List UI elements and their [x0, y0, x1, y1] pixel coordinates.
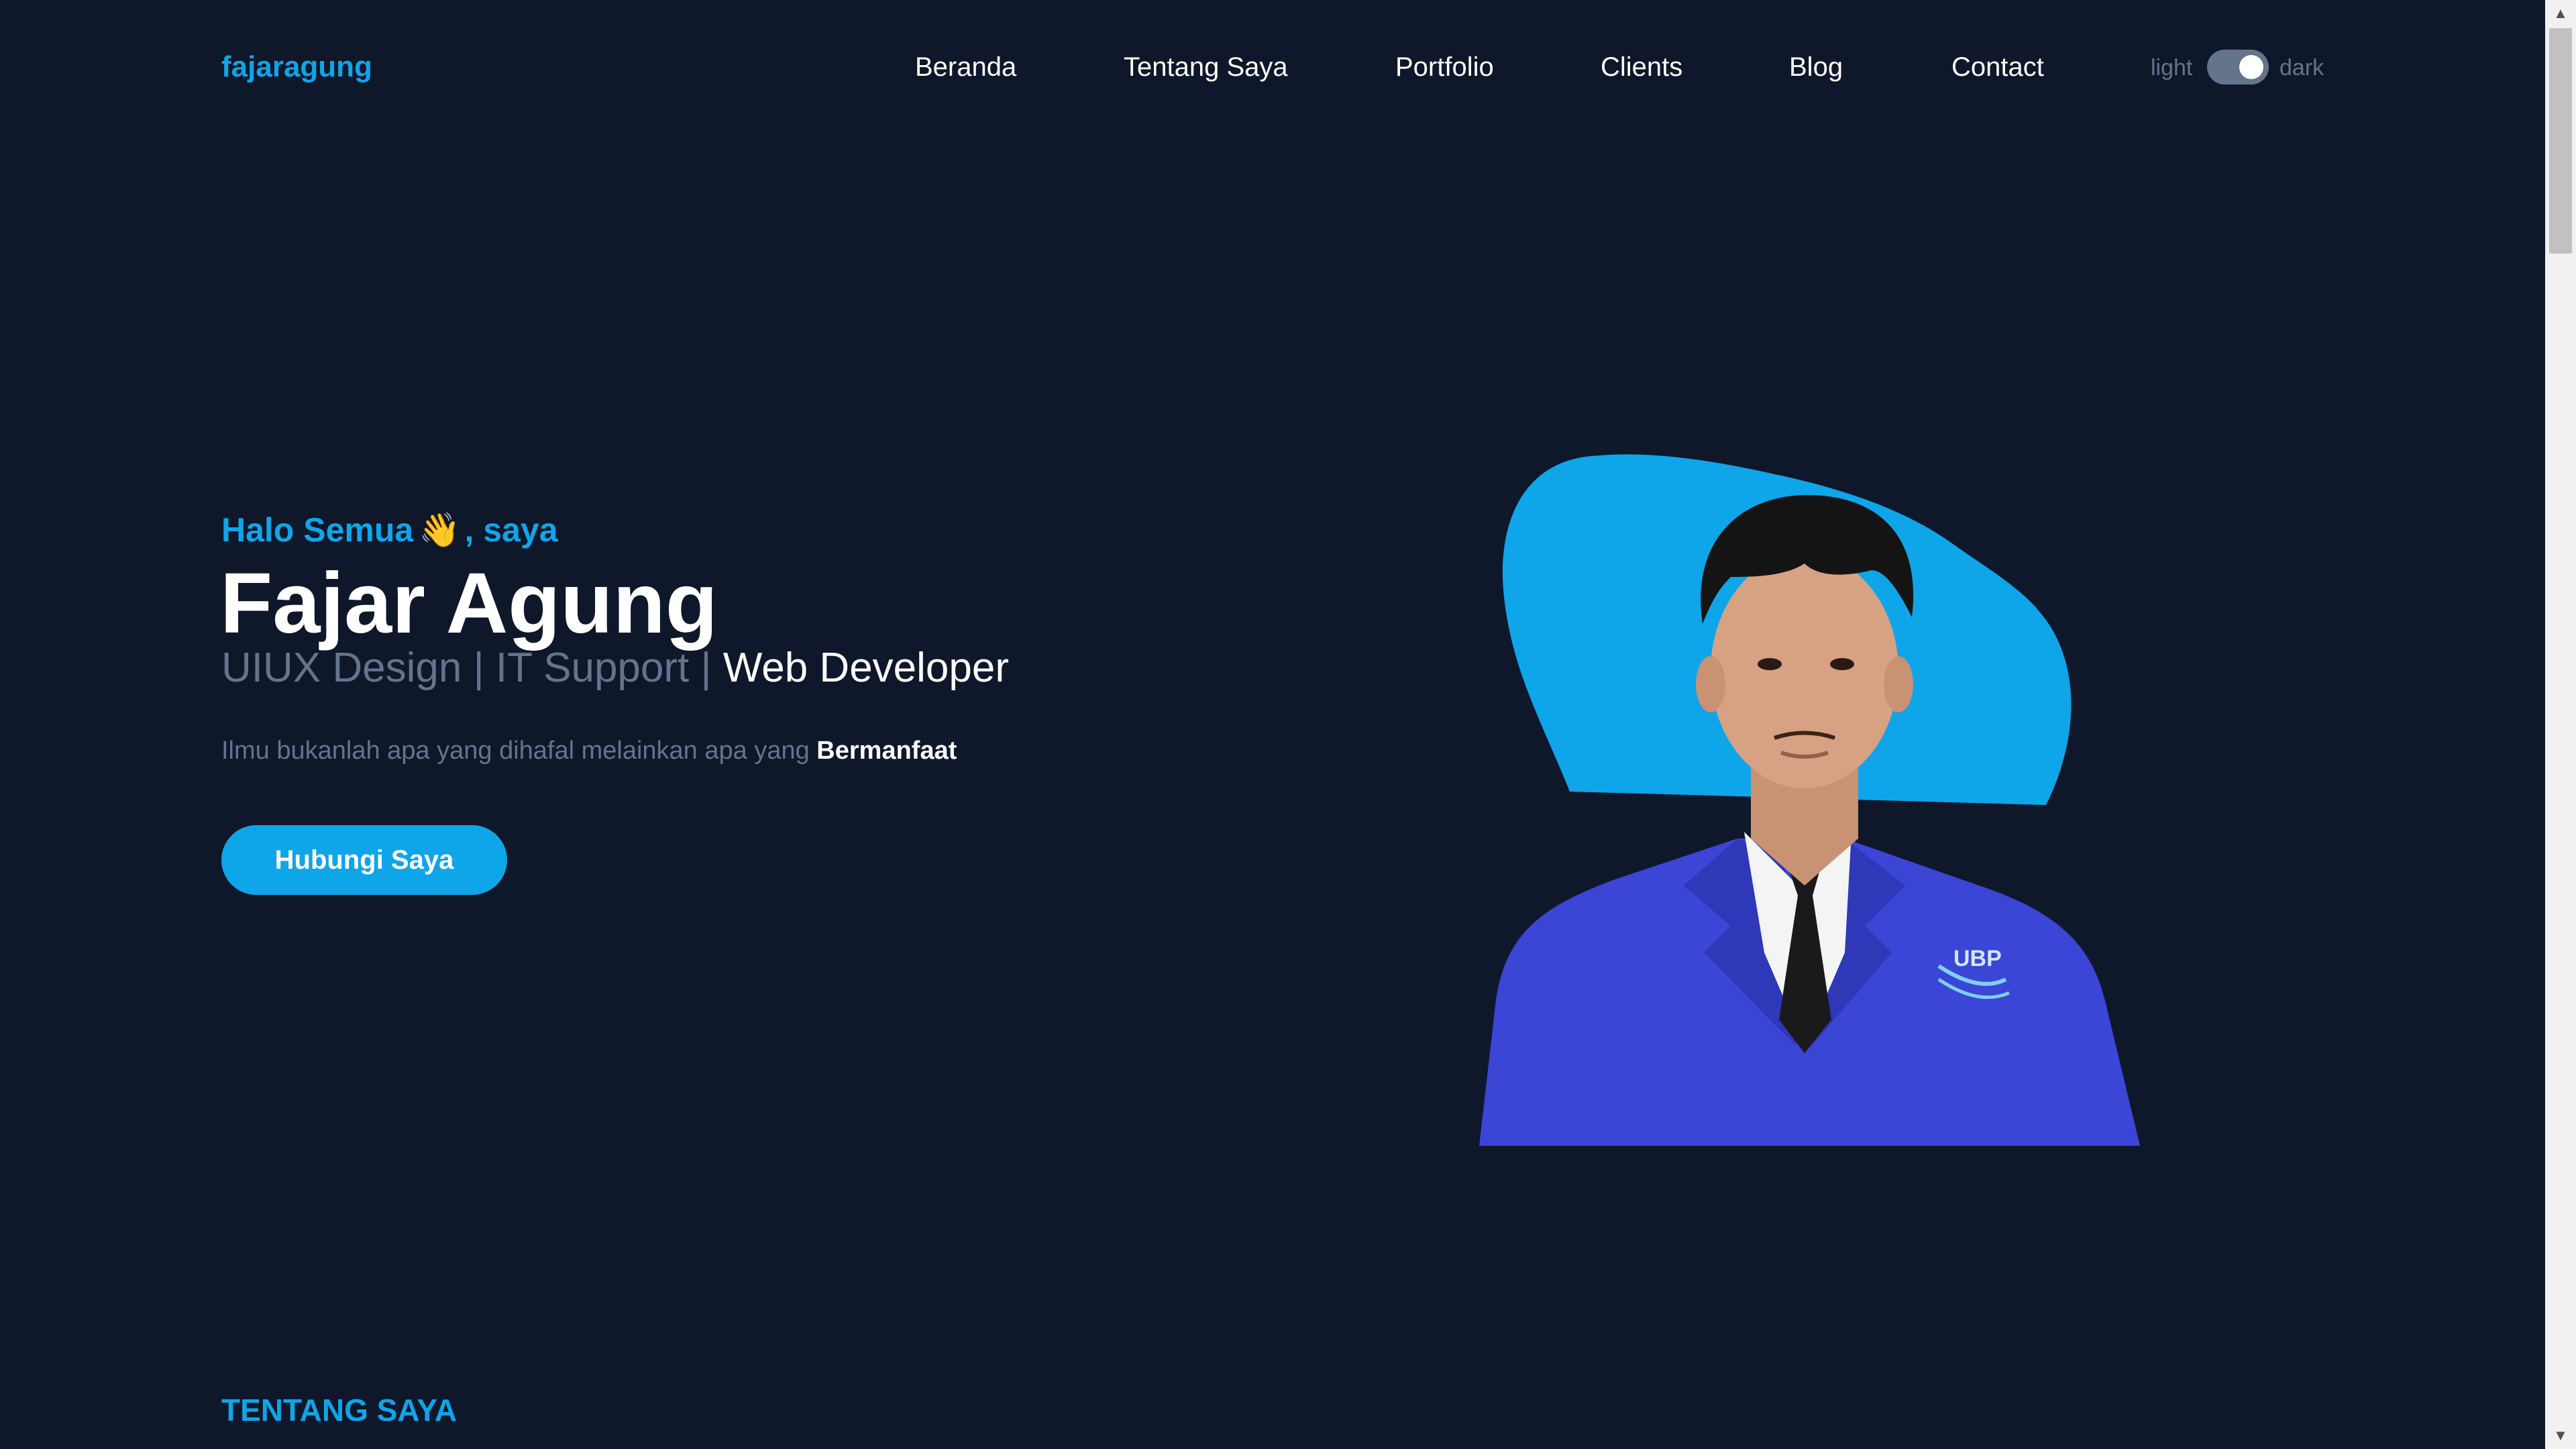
hero-tagline: Ilmu bukanlah apa yang dihafal melainkan…: [221, 734, 957, 767]
nav-item-clients[interactable]: Clients: [1601, 50, 1682, 85]
nav-item-tentang-saya[interactable]: Tentang Saya: [1124, 50, 1288, 85]
scroll-up-icon[interactable]: ▲: [2545, 0, 2576, 27]
nav-item-portfolio[interactable]: Portfolio: [1395, 50, 1494, 85]
hero-portrait: UBP: [1479, 454, 2140, 1146]
scrollbar-thumb[interactable]: [2549, 28, 2572, 254]
scroll-down-icon[interactable]: ▼: [2545, 1422, 2576, 1449]
portrait-eye-right: [1830, 658, 1854, 670]
roles-muted: UIUX Design | IT Support |: [221, 645, 723, 691]
roles-highlight: Web Developer: [722, 645, 1010, 691]
nav-item-contact[interactable]: Contact: [1951, 50, 2044, 85]
hero-roles: UIUX Design | IT Support | Web Developer: [221, 644, 1009, 692]
nav-item-blog[interactable]: Blog: [1789, 50, 1843, 85]
tagline-bold: Bermanfaat: [816, 737, 957, 765]
theme-toggle[interactable]: [2207, 50, 2269, 85]
page-scrollbar[interactable]: ▲ ▼: [2545, 0, 2576, 1449]
portrait-ear-left: [1696, 656, 1725, 712]
theme-dark-label: dark: [2279, 55, 2324, 80]
badge-text: UBP: [1953, 946, 2002, 971]
theme-toggle-knob: [2239, 55, 2263, 79]
theme-light-label: light: [2151, 55, 2193, 80]
contact-me-button[interactable]: Hubungi Saya: [221, 825, 507, 895]
portrait-face: [1711, 553, 1898, 788]
nav-item-beranda[interactable]: Beranda: [915, 50, 1016, 85]
about-section-title: TENTANG SAYA: [221, 1393, 458, 1428]
portrait-eye-left: [1758, 658, 1782, 670]
tagline-text: Ilmu bukanlah apa yang dihafal melainkan…: [221, 737, 817, 765]
hero-greeting: Halo Semua 👋, saya: [221, 508, 558, 551]
page: fajaragung Beranda Tentang Saya Portfoli…: [0, 0, 2576, 1449]
wave-icon: 👋: [419, 511, 461, 549]
greeting-text: Halo Semua: [221, 511, 414, 549]
hero-name: Fajar Agung: [220, 555, 718, 651]
portrait-ear-right: [1884, 656, 1913, 712]
greeting-suffix: , saya: [464, 511, 558, 549]
